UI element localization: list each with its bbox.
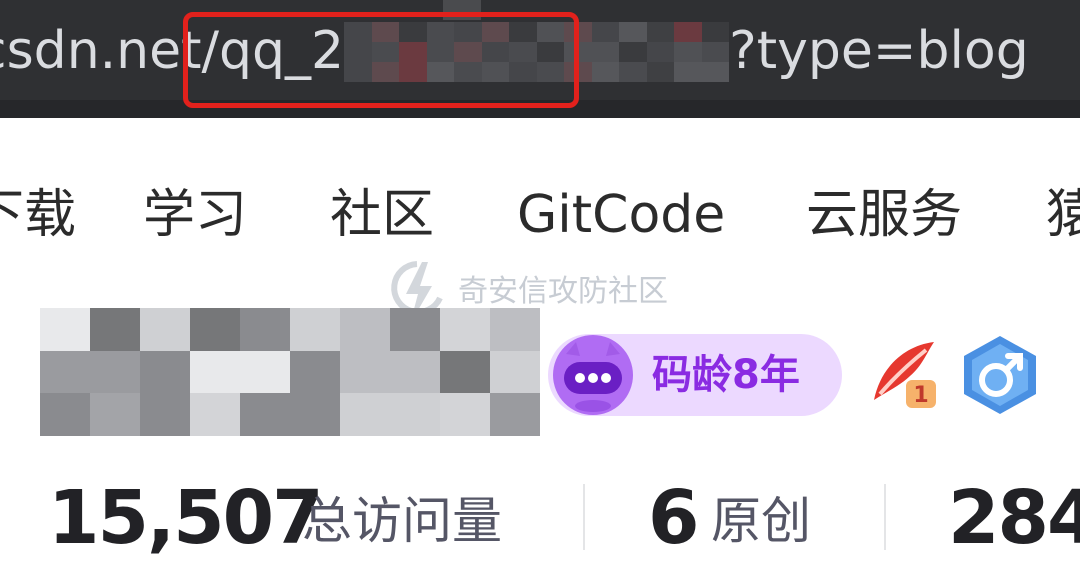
mosaic-cell	[646, 62, 675, 82]
mosaic-cell	[646, 42, 675, 62]
mosaic-cell	[591, 22, 620, 42]
mosaic-cell	[701, 62, 730, 82]
mosaic-cell	[290, 308, 340, 351]
stat-original-label: 原创	[711, 492, 811, 550]
mosaic-cell	[674, 62, 702, 82]
nav-item-more[interactable]: 猿	[1046, 180, 1080, 250]
mosaic-cell	[490, 350, 540, 394]
mosaic-cell	[674, 22, 702, 42]
url-query: ?type=blog	[729, 21, 1029, 81]
mosaic-cell	[440, 308, 490, 351]
robot-avatar-icon	[553, 335, 633, 415]
url-domain: csdn.net	[0, 21, 202, 81]
stat-divider	[583, 484, 585, 550]
mosaic-cell	[701, 22, 730, 42]
mosaic-cell	[190, 393, 240, 436]
mosaic-cell	[619, 22, 647, 42]
mosaic-cell	[340, 393, 390, 436]
mosaic-cell	[340, 308, 390, 351]
mosaic-cell	[90, 350, 140, 394]
mosaic-cell	[490, 393, 540, 436]
code-age-label: 码龄8年	[652, 352, 800, 398]
mosaic-cell	[90, 308, 140, 351]
stat-divider	[884, 484, 886, 550]
mosaic-cell	[340, 350, 390, 394]
mosaic-cell	[240, 393, 290, 436]
mosaic-cell	[390, 308, 440, 351]
mosaic-cell	[190, 308, 240, 351]
stat-original-value: 6	[648, 475, 699, 561]
username-redacted-mosaic	[40, 308, 540, 436]
mosaic-cell	[390, 393, 440, 436]
mosaic-cell	[674, 42, 702, 62]
mosaic-cell	[190, 350, 240, 394]
mosaic-cell	[591, 42, 620, 62]
mosaic-cell	[290, 393, 340, 436]
mosaic-cell	[140, 350, 190, 394]
mosaic-cell	[646, 22, 675, 42]
quill-rank-icon[interactable]: 1	[866, 336, 942, 412]
mosaic-cell	[390, 350, 440, 394]
nav-item-gitcode[interactable]: GitCode	[517, 180, 725, 250]
svg-text:1: 1	[913, 383, 928, 408]
mosaic-cell	[290, 350, 340, 394]
mosaic-cell	[619, 42, 647, 62]
stat-visits-value: 15,507	[48, 475, 324, 561]
mosaic-cell	[591, 62, 620, 82]
nav-item-download[interactable]: 下载	[0, 180, 76, 250]
nav-item-community[interactable]: 社区	[330, 180, 434, 250]
profile-header: 码龄8年 1 15,507 总访问量 6 原创 284	[0, 308, 1080, 581]
mosaic-cell	[90, 393, 140, 436]
nav-item-cloud[interactable]: 云服务	[806, 180, 962, 250]
stat-visits-label: 总访问量	[302, 492, 502, 550]
mosaic-cell	[440, 350, 490, 394]
mosaic-cell	[140, 308, 190, 351]
mosaic-cell	[240, 308, 290, 351]
stat-third-value: 284	[948, 475, 1080, 561]
nav-item-learn[interactable]: 学习	[143, 180, 247, 250]
profile-stats: 15,507 总访问量 6 原创 284	[0, 458, 1080, 578]
mosaic-cell	[40, 308, 90, 351]
mosaic-cell	[140, 393, 190, 436]
url-highlight-box	[183, 12, 579, 108]
browser-address-bar[interactable]: csdn.net/qq_2 ?type=blog	[0, 0, 1080, 118]
mosaic-cell	[490, 308, 540, 351]
mosaic-cell	[40, 393, 90, 436]
mosaic-cell	[240, 350, 290, 394]
mosaic-cell	[619, 62, 647, 82]
top-nav: 下载 学习 社区 GitCode 云服务 猿 奇安信攻防社区	[0, 118, 1080, 324]
mosaic-cell	[701, 42, 730, 62]
male-gender-icon[interactable]	[958, 332, 1042, 416]
mosaic-cell	[440, 393, 490, 436]
code-age-badge[interactable]: 码龄8年	[548, 334, 842, 416]
mosaic-cell	[40, 350, 90, 394]
